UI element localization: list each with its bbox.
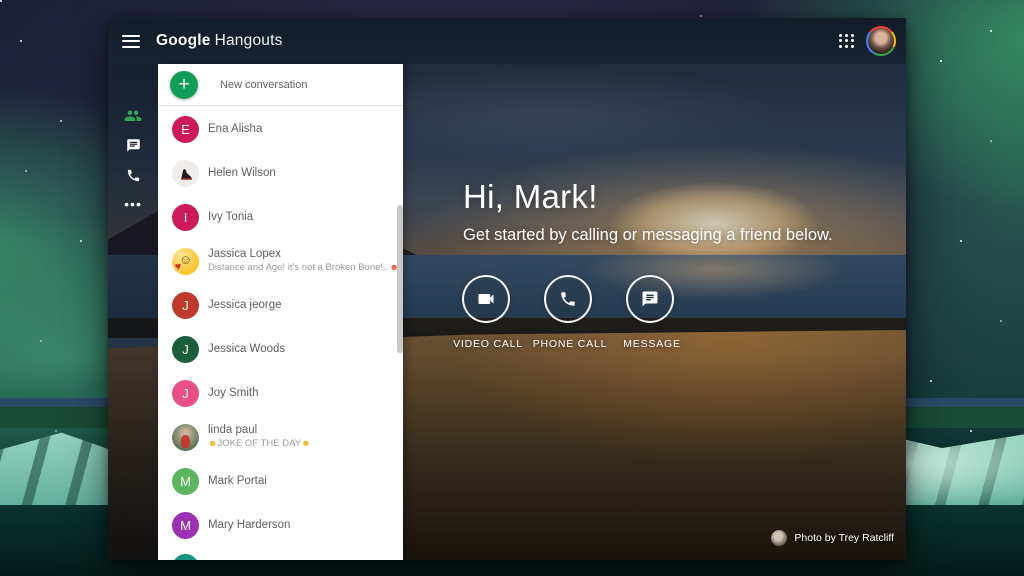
apps-grid-icon[interactable] [839,34,854,49]
message-label: MESSAGE [607,338,697,350]
contact-avatar: E [172,116,199,143]
contact-name: Mary Harderson [208,519,290,532]
contact-name: Jessica jeorge [208,299,282,312]
message-icon [641,290,659,308]
desktop-wallpaper: GoogleHangouts [0,0,1024,576]
phone-icon [126,168,141,183]
more-ellipsis-icon: ••• [124,197,142,211]
app-logo: GoogleHangouts [156,32,283,50]
contact-avatar: I [172,204,199,231]
phone-call-button[interactable] [544,275,592,323]
red-dress-detail [181,435,190,448]
logo-hangouts: Hangouts [215,32,283,49]
chat-icon [126,138,141,153]
sidebar-item-more[interactable]: ••• [108,189,158,219]
new-conversation-label: New conversation [220,79,307,91]
logo-google: Google [156,32,211,49]
contacts-list: E Ena Alisha Helen Wilson I Ivy Tonia [158,107,403,560]
stars-decoration [0,0,2,2]
sidebar-item-calls[interactable] [108,160,158,190]
message-action: MESSAGE [626,275,678,350]
contact-avatar: M [172,512,199,539]
contact-name: linda paul [208,424,311,437]
photographer-avatar [771,530,787,546]
contact-avatar-shoe-photo [172,160,199,187]
contact-status: Distance and Age! it's not a Broken Bone… [208,261,403,274]
video-call-label: VIDEO CALL [443,338,533,350]
contact-name: Jessica Woods [208,343,285,356]
menu-icon[interactable] [122,35,140,48]
sidebar-item-chats[interactable] [108,130,158,160]
contact-status: ☻JOKE OF THE DAY☻ [208,437,311,450]
photo-attribution: Photo by Trey Ratcliff [771,530,894,546]
contact-avatar: M [172,468,199,495]
mini-sidebar: ••• [108,64,158,560]
high-heel-shoe-icon [175,163,196,184]
video-call-button[interactable] [462,275,510,323]
contact-avatar-partial [172,554,199,560]
phone-icon [559,290,577,308]
photo-credit-text: Photo by Trey Ratcliff [794,532,894,544]
video-call-action: VIDEO CALL [462,275,514,350]
message-button[interactable] [626,275,674,323]
contact-avatar-emoji: ☺ ♥ [172,248,199,275]
contacts-scrollbar[interactable] [397,205,403,353]
contact-name: Helen Wilson [208,167,276,180]
contact-row[interactable]: E Ena Alisha [158,107,403,151]
videocam-icon [476,289,496,309]
new-conversation-button[interactable]: + New conversation [158,64,403,106]
contact-row[interactable]: J Jessica jeorge [158,283,403,327]
contact-avatar: J [172,292,199,319]
contacts-people-icon [124,108,142,122]
phone-call-action: PHONE CALL [544,275,596,350]
contact-name: Ivy Tonia [208,211,253,224]
sidebar-item-contacts[interactable] [108,100,158,130]
contact-avatar: J [172,380,199,407]
contact-name: Ena Alisha [208,123,262,136]
top-app-bar: GoogleHangouts [108,18,906,64]
contact-avatar-photo [172,424,199,451]
contact-name: Jassica Lopex [208,248,403,261]
contacts-panel: + New conversation E Ena Alisha Helen Wi… [158,64,403,560]
smiley-emoji: ☻ [301,438,310,448]
contact-row[interactable]: I Ivy Tonia [158,195,403,239]
contact-avatar: J [172,336,199,363]
contact-row[interactable]: J Jessica Woods [158,327,403,371]
contact-row[interactable]: M Mark Portai [158,459,403,503]
greeting-title: Hi, Mark! [463,178,598,216]
contact-row[interactable]: linda paul ☻JOKE OF THE DAY☻ [158,415,403,459]
contact-name: Joy Smith [208,387,259,400]
contact-row[interactable]: ☺ ♥ Jassica Lopex Distance and Age! it's… [158,239,403,283]
plus-icon: + [170,71,198,99]
account-avatar[interactable] [866,26,896,56]
contact-row[interactable]: Helen Wilson [158,151,403,195]
hangouts-window: GoogleHangouts [108,18,906,560]
contact-name: Mark Portai [208,475,267,488]
avatar-photo [868,28,894,54]
phone-call-label: PHONE CALL [525,338,615,350]
contact-row[interactable]: M Mary Harderson [158,503,403,547]
greeting-subtitle: Get started by calling or messaging a fr… [463,226,833,245]
contact-row[interactable]: J Joy Smith [158,371,403,415]
